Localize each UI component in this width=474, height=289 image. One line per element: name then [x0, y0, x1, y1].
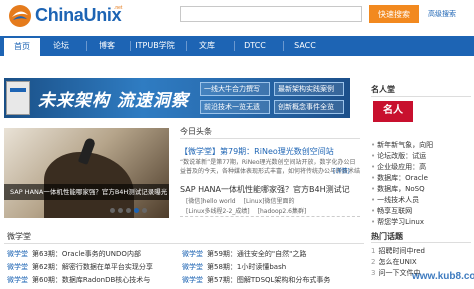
item-tag: 微学堂: [182, 263, 203, 271]
nav-item-home[interactable]: 首页: [4, 36, 40, 56]
divider: [180, 216, 360, 217]
nav-separator: [130, 41, 131, 51]
list-item[interactable]: 畅享互联网: [371, 206, 474, 217]
search-button[interactable]: 快速搜索: [369, 5, 419, 23]
item-text: 第57期：图解TDSQL架构和分布式事务: [207, 276, 331, 284]
rank-number: 1: [371, 247, 376, 255]
more-link-text: [详情]: [333, 168, 350, 175]
banner-feature-box: 前沿技术一览无遗: [200, 100, 270, 114]
list-item[interactable]: 微学堂 第62期：解密行数据在单平台实现分享: [7, 261, 153, 274]
featured-slide[interactable]: SAP HANA一体机性能哪家强？官方B4H测试记录曝光: [4, 128, 169, 218]
hot-topic-label: 怎么在UNIX: [378, 258, 417, 266]
list-item[interactable]: 数据库：Oracle: [371, 173, 474, 184]
nav-item-library[interactable]: 文库: [193, 36, 221, 56]
site-header: ChinaUnix .net 快速搜索 高级搜索: [0, 0, 474, 34]
right-news-list: 新年新气象，向阳 论坛改版：试运 企业级应用：高 数据库：Oracle 数据库，…: [371, 140, 474, 228]
site-watermark: www.kub8.com: [412, 271, 474, 282]
logo-text: ChinaUnix: [35, 5, 122, 25]
nav-separator: [186, 41, 187, 51]
list-item[interactable]: 帮您学习Linux: [371, 217, 474, 228]
banner-title: 未来架构 流速洞察: [38, 91, 189, 111]
headline-text: 第79期：RiNeo理光数创空间站: [220, 147, 334, 156]
chinaunix-logo-icon: [9, 5, 31, 27]
hall-of-fame-image-text: 名人: [383, 105, 403, 116]
logo-suffix: .net: [114, 5, 123, 11]
headline-tag-link[interactable]: [微信]hello world: [186, 198, 236, 205]
list-item[interactable]: 1 招聘时间中red: [371, 246, 474, 257]
headline-tag-link[interactable]: [Linux]微信里面的: [244, 198, 295, 205]
nav-item-sacc[interactable]: SACC: [290, 36, 320, 56]
divider: [371, 242, 471, 243]
list-item[interactable]: 一线技术人员: [371, 195, 474, 206]
list-item[interactable]: 企业级应用：高: [371, 162, 474, 173]
site-logo[interactable]: ChinaUnix .net: [8, 4, 140, 28]
item-text: 第58期：1小时读懂bash: [207, 263, 287, 271]
list-item[interactable]: 新年新气象，向阳: [371, 140, 474, 151]
nav-separator: [234, 41, 235, 51]
list-item[interactable]: 微学堂 第57期：图解TDSQL架构和分布式事务: [182, 274, 330, 287]
item-text: 第60期：数据库RadonDB核心技术与: [32, 276, 151, 284]
hot-topic-label: 招聘时间中red: [378, 247, 425, 255]
item-text: 第62期：解密行数据在单平台实现分享: [32, 263, 153, 271]
slide-dot-active[interactable]: [134, 208, 139, 213]
divider: [4, 243, 364, 244]
list-item[interactable]: 微学堂 第60期：数据库RadonDB核心技术与: [7, 274, 150, 287]
hall-of-fame-title: 名人堂: [371, 85, 395, 94]
list-item[interactable]: 微学堂 第59期：通往安全的"自然"之路: [182, 248, 306, 261]
main-nav: 首页 论坛 博客 ITPUB学院 文库 DTCC SACC: [0, 36, 474, 56]
slide-dot[interactable]: [118, 208, 123, 213]
section-title: 微学堂: [7, 232, 31, 241]
headline-tags-row: [Linux多线程2-2_成绩] [hadoop2.6集群]: [186, 206, 314, 215]
item-tag: 微学堂: [7, 276, 28, 284]
today-headlines-title: 今日头条: [180, 127, 212, 136]
headline-tags-row: [微信]hello world [Linux]微信里面的: [186, 196, 302, 205]
item-text: 第59期：通往安全的"自然"之路: [207, 250, 307, 258]
nav-item-forum[interactable]: 论坛: [46, 36, 76, 56]
rank-number: 2: [371, 258, 376, 266]
list-item[interactable]: 数据库，NoSQ: [371, 184, 474, 195]
slide-dot[interactable]: [126, 208, 131, 213]
list-item[interactable]: 微学堂 第63期：Oracle事务的UNDO内部: [7, 248, 141, 261]
banner-feature-box: 最新架构实践案例: [274, 82, 344, 96]
item-tag: 微学堂: [182, 250, 203, 258]
headline-tag-link[interactable]: [Linux多线程2-2_成绩]: [186, 208, 250, 215]
headline-link[interactable]: 【微学堂】第79期：RiNeo理光数创空间站: [180, 146, 334, 157]
search-input[interactable]: [180, 6, 362, 22]
book-cover-image: [6, 81, 30, 115]
headline-tag: 【微学堂】: [180, 147, 220, 156]
divider: [180, 138, 360, 139]
slide-caption: SAP HANA一体机性能哪家强？官方B4H测试记录曝光: [4, 184, 169, 200]
promo-banner[interactable]: 未来架构 流速洞察 一线大牛合力撰写 前沿技术一览无遗 最新架构实践案例 创新概…: [4, 78, 350, 118]
hot-topics-title: 热门话题: [371, 232, 403, 241]
list-item[interactable]: 微学堂 第58期：1小时读懂bash: [182, 261, 286, 274]
nav-item-itpub-academy[interactable]: ITPUB学院: [133, 36, 177, 56]
hall-of-fame-image[interactable]: 名人: [373, 101, 413, 133]
item-tag: 微学堂: [182, 276, 203, 284]
list-item[interactable]: 论坛改版：试运: [371, 151, 474, 162]
item-tag: 微学堂: [7, 250, 28, 258]
headline-tag-link[interactable]: [hadoop2.6集群]: [258, 208, 307, 215]
summary-more-link[interactable]: [详情]: [333, 167, 363, 176]
banner-feature-box: 创新概念事件全览: [274, 100, 344, 114]
nav-separator: [283, 41, 284, 51]
rank-number: 3: [371, 269, 376, 277]
nav-separator: [86, 41, 87, 51]
item-text: 第63期：Oracle事务的UNDO内部: [32, 250, 141, 258]
slide-dot[interactable]: [142, 208, 147, 213]
nav-item-blog[interactable]: 博客: [92, 36, 122, 56]
banner-feature-box: 一线大牛合力撰写: [200, 82, 270, 96]
item-tag: 微学堂: [7, 263, 28, 271]
list-item[interactable]: 2 怎么在UNIX: [371, 257, 474, 268]
divider: [371, 96, 471, 97]
nav-item-dtcc[interactable]: DTCC: [240, 36, 270, 56]
hall-of-fame-image-caption: [373, 122, 413, 133]
advanced-search-link[interactable]: 高级搜索: [428, 9, 456, 19]
headline-link[interactable]: SAP HANA一体机性能哪家强？官方B4H测试记: [180, 184, 350, 195]
slide-dot[interactable]: [110, 208, 115, 213]
